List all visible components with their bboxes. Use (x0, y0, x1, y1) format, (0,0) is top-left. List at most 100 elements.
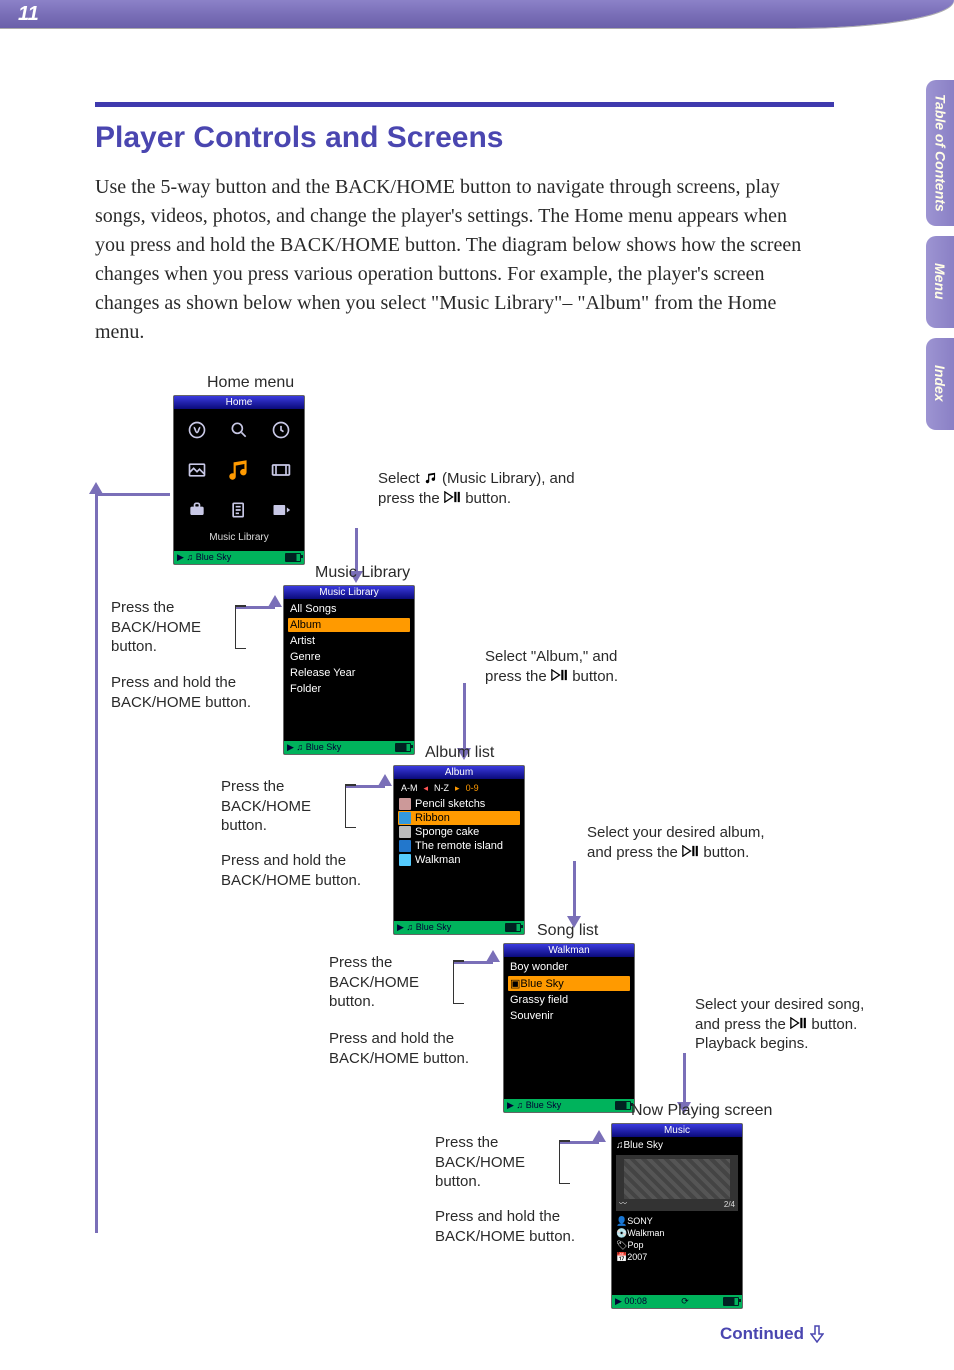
tab-contents[interactable]: Table of Contents (926, 80, 954, 226)
press-back-2: Press the BACK/HOME button. (221, 777, 341, 836)
home-selected-label: Music Library (178, 532, 300, 543)
list-item: The remote island (398, 839, 520, 853)
np-track: 2/4 (724, 1200, 735, 1209)
list-item: Sponge cake (398, 825, 520, 839)
page-number: 11 (18, 3, 39, 26)
continued-label: Continued (720, 1324, 824, 1344)
arrowhead-icon (89, 482, 103, 494)
play-pause-icon (682, 845, 699, 857)
label-song-list: Song list (537, 921, 598, 942)
continued-arrow-icon (810, 1325, 824, 1343)
play-pause-icon (790, 1017, 807, 1029)
video-icon (266, 455, 296, 485)
status-bar: ▶ 00:08⟳ (612, 1295, 742, 1308)
np-meta: 👤SONY 💿Walkman 🏷Pop 📅2007 (616, 1215, 738, 1264)
arrowhead-icon (378, 774, 392, 786)
status-bar: ▶ ♫ Blue Sky (284, 741, 414, 754)
intelligent-shuffle-icon (182, 415, 212, 445)
arrowhead-icon (592, 1130, 606, 1142)
list-item: Grassy field (508, 993, 630, 1007)
search-icon (224, 415, 254, 445)
step1-caption: Select (Music Library), and press the bu… (378, 469, 578, 508)
step4-caption: Select your desired song, and press the … (695, 995, 885, 1054)
intro-text: Use the 5-way button and the BACK/HOME b… (95, 173, 815, 347)
list-item: Release Year (288, 666, 410, 680)
page: 11 Table of Contents Menu Index Player C… (0, 0, 954, 1370)
list-item: Boy wonder (508, 960, 630, 974)
music-note-icon (424, 471, 438, 485)
side-tabs: Table of Contents Menu Index (926, 80, 954, 430)
playlist-icon (224, 495, 254, 525)
screen-library-title: Music Library (284, 586, 414, 599)
list-item: Genre (288, 650, 410, 664)
return-arrow (95, 493, 170, 496)
list-item: Folder (288, 682, 410, 696)
bracket (235, 605, 236, 649)
now-playing-icon (266, 495, 296, 525)
label-now-playing: Now Playing screen (631, 1101, 772, 1122)
status-bar: ▶ ♫ Blue Sky (174, 551, 304, 564)
press-back-3: Press the BACK/HOME button. (329, 953, 449, 1012)
navigation-diagram: Home menu Home Music Librar (95, 373, 834, 1333)
bracket (453, 960, 454, 1004)
play-pause-icon (551, 669, 568, 681)
bracket (345, 784, 346, 828)
arrowhead-icon (486, 950, 500, 962)
alpha-filter: A-M◂ N-Z ▸0-9 (398, 782, 520, 795)
bracket (559, 1140, 560, 1184)
status-bar: ▶ ♫ Blue Sky (504, 1099, 634, 1112)
content: Player Controls and Screens Use the 5-wa… (0, 28, 954, 1353)
battery-icon (723, 1297, 739, 1306)
status-bar: ▶ ♫ Blue Sky (394, 921, 524, 934)
press-hold-1: Press and hold the BACK/HOME button. (111, 673, 261, 712)
press-hold-2: Press and hold the BACK/HOME button. (221, 851, 371, 890)
list-item: All Songs (288, 602, 410, 616)
press-hold-4: Press and hold the BACK/HOME button. (435, 1207, 585, 1246)
battery-icon (395, 743, 411, 752)
play-pause-icon (444, 491, 461, 503)
list-item: ▣Blue Sky (508, 976, 630, 991)
label-music-library: Music Library (315, 563, 410, 584)
clock-icon (266, 415, 296, 445)
press-back-1: Press the BACK/HOME button. (111, 598, 231, 657)
return-arrow (95, 493, 98, 1233)
list-item: Pencil sketchs (398, 797, 520, 811)
battery-icon (505, 923, 521, 932)
heading-rule (95, 102, 834, 107)
screen-now-playing: Music ♫Blue Sky 〰 2/4 👤SONY 💿Walkman 🏷Po… (611, 1123, 743, 1309)
tab-index[interactable]: Index (926, 338, 954, 430)
press-back-4: Press the BACK/HOME button. (435, 1133, 555, 1192)
screen-songs: Walkman Boy wonder ▣Blue Sky Grassy field S… (503, 943, 635, 1113)
arrow (463, 683, 466, 751)
label-album-list: Album list (425, 743, 494, 764)
tab-menu[interactable]: Menu (926, 236, 954, 328)
screen-songs-title: Walkman (504, 944, 634, 957)
list-item: Walkman (398, 853, 520, 867)
screen-home: Home Music Library ▶ ♫ Bl (173, 395, 305, 565)
step2-caption: Select "Album," and press the button. (485, 647, 645, 686)
battery-icon (615, 1101, 631, 1110)
settings-icon (182, 495, 212, 525)
list-item: Album (288, 618, 410, 632)
photo-icon (182, 455, 212, 485)
page-header-bar: 11 (0, 0, 954, 28)
label-home-menu: Home menu (207, 373, 294, 394)
page-title: Player Controls and Screens (95, 121, 834, 155)
screen-library: Music Library All Songs Album Artist Genre R… (283, 585, 415, 755)
battery-icon (285, 553, 301, 562)
list-item: Ribbon (398, 811, 520, 825)
step3-caption: Select your desired album, and press the… (587, 823, 767, 862)
music-icon (224, 455, 254, 485)
list-item: Souvenir (508, 1009, 630, 1023)
arrowhead-icon (268, 595, 282, 607)
arrow (683, 1053, 686, 1105)
screen-np-title: Music (612, 1124, 742, 1137)
screen-albums: Album A-M◂ N-Z ▸0-9 Pencil sketchsRibbon… (393, 765, 525, 935)
press-hold-3: Press and hold the BACK/HOME button. (329, 1029, 479, 1068)
arrow (573, 861, 576, 919)
home-grid (178, 412, 300, 528)
album-art: 〰 2/4 (616, 1155, 738, 1211)
screen-albums-title: Album (394, 766, 524, 779)
screen-home-title: Home (174, 396, 304, 409)
list-item: Artist (288, 634, 410, 648)
